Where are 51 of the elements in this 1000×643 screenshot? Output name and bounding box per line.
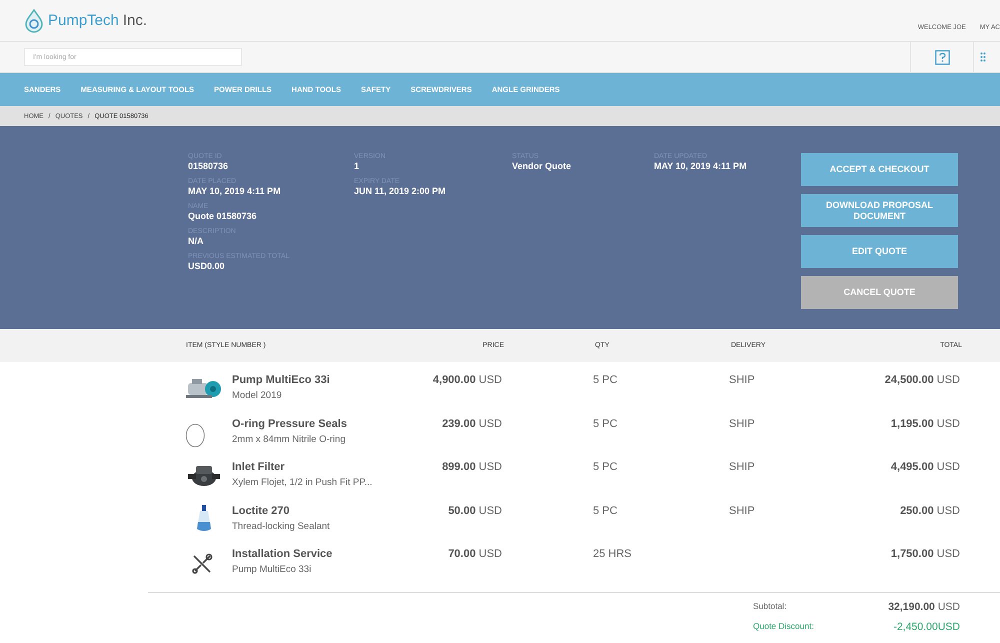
qty-cell: 25 HRS [593,548,632,560]
field-value: Quote 01580736 [188,211,258,221]
qty-cell: 5 PC [593,504,618,516]
field-value: 1 [354,161,360,171]
qty-cell: 5 PC [593,374,618,386]
item-name: Loctite 270 [232,504,290,516]
total-cell-text: 1,750.00 USD [890,548,960,560]
action-button[interactable]: ACCEPT & CHECKOUT [801,153,958,186]
brand-name: PumpTech [48,12,119,29]
field-value: JUN 11, 2019 2:00 PM [354,186,447,196]
item-name: Inlet Filter [232,461,286,473]
price-cell-text: 50.00 USD [447,504,502,516]
totals-value: 32,190.00 USD [887,600,960,612]
item-detail: Pump MultiEco 33i [232,564,312,575]
qty-cell: 5 PC [593,461,618,473]
field-value: 01580736 [188,161,230,171]
delivery-cell: SHIP [729,374,755,386]
action-button[interactable]: DOWNLOAD PROPOSAL DOCUMENT [801,194,958,227]
item-name: Installation Service [232,548,334,560]
field-value: USD0.00 [188,261,226,271]
grid-icon[interactable] [980,52,986,62]
field-value: N/A [188,236,204,246]
help-icon[interactable] [934,50,950,64]
totals-label: Quote Discount: [752,620,815,632]
field-value: MAY 10, 2019 4:11 PM [188,186,282,196]
item-detail: Model 2019 [232,390,283,401]
price-cell-text: 239.00 USD [441,418,502,430]
item-name: Pump MultiEco 33i [232,374,331,386]
delivery-cell: SHIP [729,504,755,516]
price-cell-text: 70.00 USD [447,548,502,560]
tools-icon [190,552,214,576]
total-cell-text: 250.00 USD [899,504,960,516]
brand-suffix: Inc. [122,12,148,29]
item-detail: Xylem Flojet, 1/2 in Push Fit PP... [232,477,374,488]
item-detail: 2mm x 84mm Nitrile O-ring [232,434,346,444]
price-cell-text: 899.00 USD [441,461,502,473]
total-cell-text: 24,500.00 USD [884,374,960,386]
item-detail: Thread-locking Sealant [232,520,331,532]
qty-cell: 5 PC [593,418,618,430]
field-value: Vendor Quote [512,161,572,171]
water-drop-logo-icon [24,8,44,32]
delivery-cell: SHIP [729,418,755,430]
delivery-cell: SHIP [729,461,755,473]
action-button[interactable]: EDIT QUOTE [801,235,958,268]
total-cell-text: 1,195.00 USD [890,418,960,430]
item-name: O-ring Pressure Seals [232,418,348,430]
total-cell-text: 4,495.00 USD [890,461,960,473]
field-value: MAY 10, 2019 4:11 PM [654,161,748,171]
price-cell-text: 4,900.00 USD [432,374,502,386]
totals-label: Subtotal: [752,600,788,612]
totals-value: -2,450.00USD [892,620,960,632]
